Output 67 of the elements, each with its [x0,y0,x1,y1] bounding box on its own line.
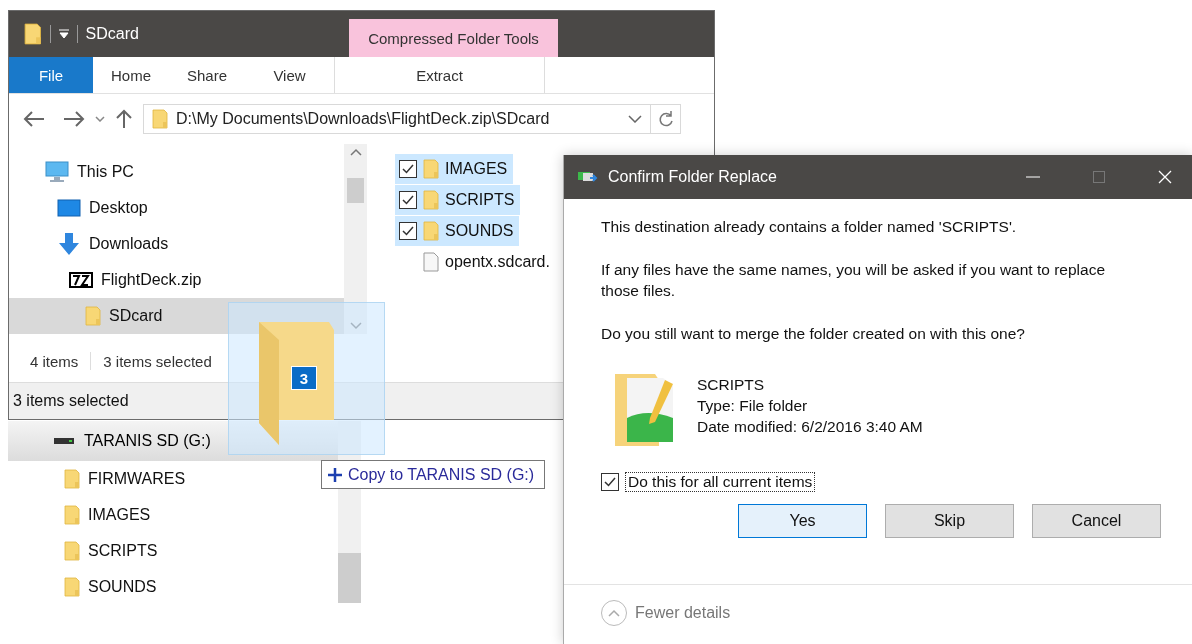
close-icon[interactable] [1158,170,1172,184]
file-icon [423,252,439,272]
file-item[interactable]: SOUNDS [395,216,520,246]
ribbon-tab[interactable]: Extract [334,57,545,93]
computer-icon [45,161,69,183]
checkbox[interactable] [601,473,619,491]
up-arrow-icon[interactable] [115,109,133,129]
plus-icon [328,467,342,482]
nav-item[interactable]: SDcard [9,298,344,334]
dialog-message: If any files have the same names, you will be asked if you want to replace those files. [601,260,1106,301]
refresh-button[interactable] [651,104,681,134]
nav-item[interactable]: This PC [9,154,344,190]
dialog-message: Do you still want to merge the folder created on with this one? [601,324,1026,344]
tree-item[interactable]: SOUNDS [8,569,338,605]
file-item[interactable]: SCRIPTS [395,185,521,215]
dialog-button[interactable]: Skip [885,504,1014,538]
drag-tooltip: Copy to TARANIS SD (G:) [321,460,546,489]
folder-move-icon [578,170,598,184]
archive-icon [69,272,93,288]
scrollbar[interactable] [344,144,367,334]
scrollbar-thumb[interactable] [347,178,364,203]
checkbox[interactable] [399,160,417,178]
folder-icon [423,159,439,179]
fewer-details-link[interactable]: Fewer details [635,603,731,622]
ribbon-tab[interactable]: File [9,57,93,93]
chevron-down-icon[interactable] [628,115,642,123]
folder-icon [64,541,80,561]
folder-icon [85,306,101,326]
folder-icon [152,109,168,129]
folder-icon [64,577,80,597]
desktop-icon [57,199,81,217]
chevron-down-icon[interactable] [95,116,105,122]
nav-item[interactable]: Desktop [9,190,344,226]
drive-icon [54,437,74,445]
nav-item[interactable]: FlightDeck.zip [9,262,344,298]
folder-icon [64,469,80,489]
download-arrow-icon [57,232,81,256]
forward-arrow-icon[interactable] [63,110,85,128]
folder-icon [423,190,439,210]
refresh-icon[interactable] [657,110,674,128]
dropdown-caret-icon [58,29,69,39]
folder-icon [24,23,42,45]
file-item[interactable]: opentx.sdcard. [395,247,556,277]
drive-item[interactable]: TARANIS SD (G:) [8,421,338,461]
item-count: 4 items [30,352,79,370]
dialog-title: Confirm Folder Replace [608,168,778,186]
chevron-up-icon[interactable] [349,148,362,156]
dialog-message: This destination already contains a folder named 'SCRIPTS'. [601,217,1018,237]
back-arrow-icon[interactable] [23,110,45,128]
item-date: Date modified: 6/2/2016 3:40 AM [697,417,923,437]
item-count-badge: 3 [291,366,317,390]
scrollbar-thumb[interactable] [338,553,361,603]
tree-item[interactable]: IMAGES [8,497,338,533]
dialog-button[interactable]: Cancel [1032,504,1161,538]
folder-icon [423,221,439,241]
address-bar[interactable]: D:\My Documents\Downloads\FlightDeck.zip\SDcard [143,104,651,134]
dialog-button[interactable]: Yes [738,504,867,538]
checkbox-label[interactable]: Do this for all current items [625,472,816,492]
checkbox[interactable] [399,222,417,240]
folder-icon [64,505,80,525]
checkbox[interactable] [399,191,417,209]
context-tab-header: Compressed Folder Tools [349,19,558,57]
tree-item[interactable]: SCRIPTS [8,533,338,569]
selected-count: 3 items selected [103,352,212,370]
nav-item[interactable]: Downloads [9,226,344,262]
file-item[interactable]: IMAGES [395,154,514,184]
window-title: SDcard [85,25,139,43]
